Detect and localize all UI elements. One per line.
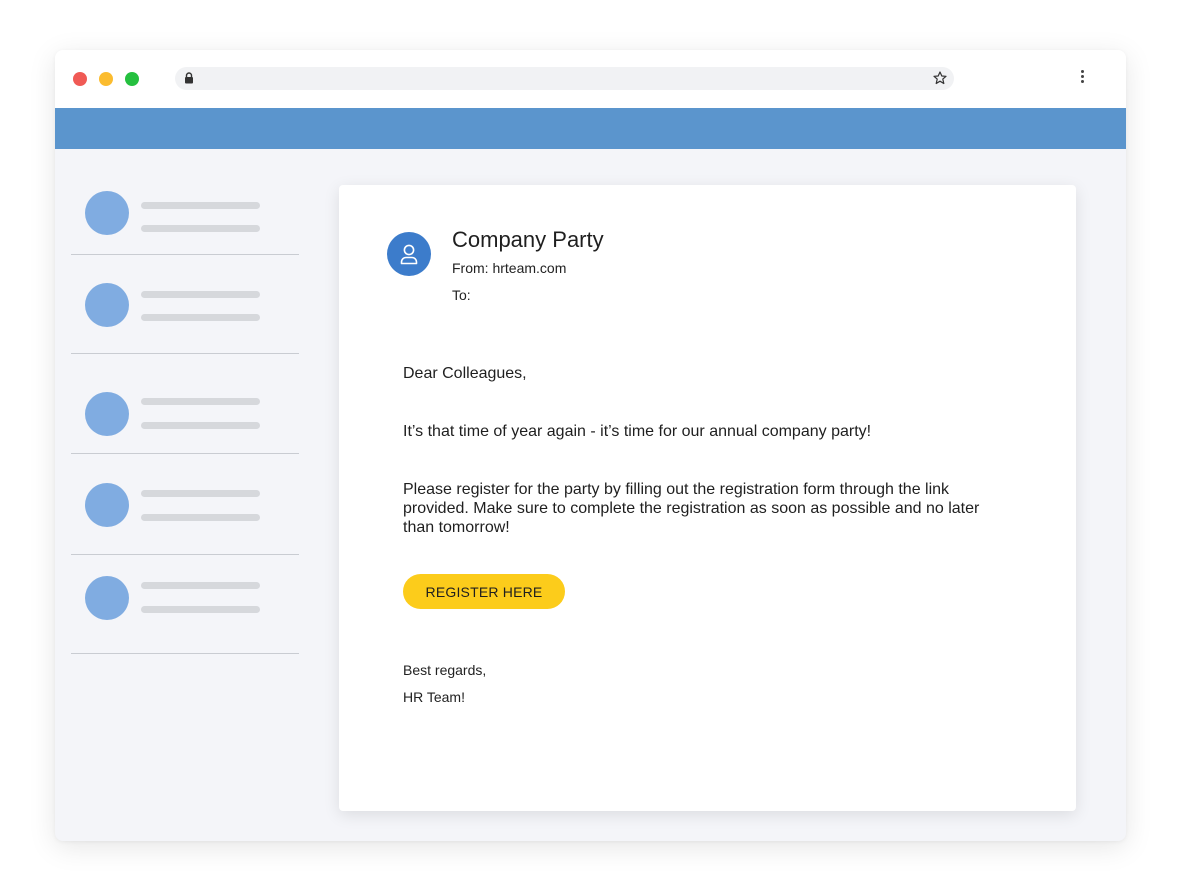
- email-instructions: Please register for the party by filling…: [403, 481, 980, 536]
- divider: [71, 453, 299, 454]
- divider: [71, 554, 299, 555]
- inbox-list-item[interactable]: [71, 256, 299, 354]
- minimize-window-button[interactable]: [99, 72, 113, 86]
- email-signature: HR Team!: [403, 689, 465, 705]
- email-subject: Company Party: [452, 227, 604, 252]
- avatar-placeholder: [85, 576, 129, 620]
- browser-window: Company Party From: hrteam.com To: Dear …: [55, 50, 1126, 841]
- avatar-placeholder: [85, 392, 129, 436]
- address-bar[interactable]: [175, 67, 954, 90]
- sender-avatar: [387, 232, 431, 276]
- browser-titlebar: [55, 50, 1126, 108]
- close-window-button[interactable]: [73, 72, 87, 86]
- text-placeholder: [141, 422, 260, 429]
- inbox-list-item[interactable]: [71, 157, 299, 255]
- email-to: To:: [452, 287, 471, 303]
- email-greeting: Dear Colleagues,: [403, 365, 527, 382]
- lock-icon: [185, 72, 193, 84]
- user-icon: [400, 244, 418, 265]
- inbox-list-item[interactable]: [71, 356, 299, 454]
- avatar-placeholder: [85, 483, 129, 527]
- divider: [71, 353, 299, 354]
- text-placeholder: [141, 582, 260, 589]
- text-placeholder: [141, 314, 260, 321]
- email-intro: It’s that time of year again - it’s time…: [403, 423, 872, 440]
- app-header-bar: [55, 108, 1126, 149]
- email-message: Company Party From: hrteam.com To: Dear …: [339, 185, 1076, 811]
- inbox-list-item[interactable]: [71, 457, 299, 555]
- avatar-placeholder: [85, 191, 129, 235]
- star-icon[interactable]: [933, 71, 947, 85]
- text-placeholder: [141, 202, 260, 209]
- text-placeholder: [141, 398, 260, 405]
- divider: [71, 254, 299, 255]
- text-placeholder: [141, 490, 260, 497]
- divider: [71, 653, 299, 654]
- email-signoff: Best regards,: [403, 662, 487, 678]
- text-placeholder: [141, 225, 260, 232]
- inbox-list-item[interactable]: [71, 556, 299, 654]
- register-here-button[interactable]: REGISTER HERE: [403, 574, 565, 609]
- text-placeholder: [141, 606, 260, 613]
- text-placeholder: [141, 514, 260, 521]
- more-vertical-icon[interactable]: [1079, 70, 1085, 88]
- text-placeholder: [141, 291, 260, 298]
- maximize-window-button[interactable]: [125, 72, 139, 86]
- email-from: From: hrteam.com: [452, 260, 567, 276]
- avatar-placeholder: [85, 283, 129, 327]
